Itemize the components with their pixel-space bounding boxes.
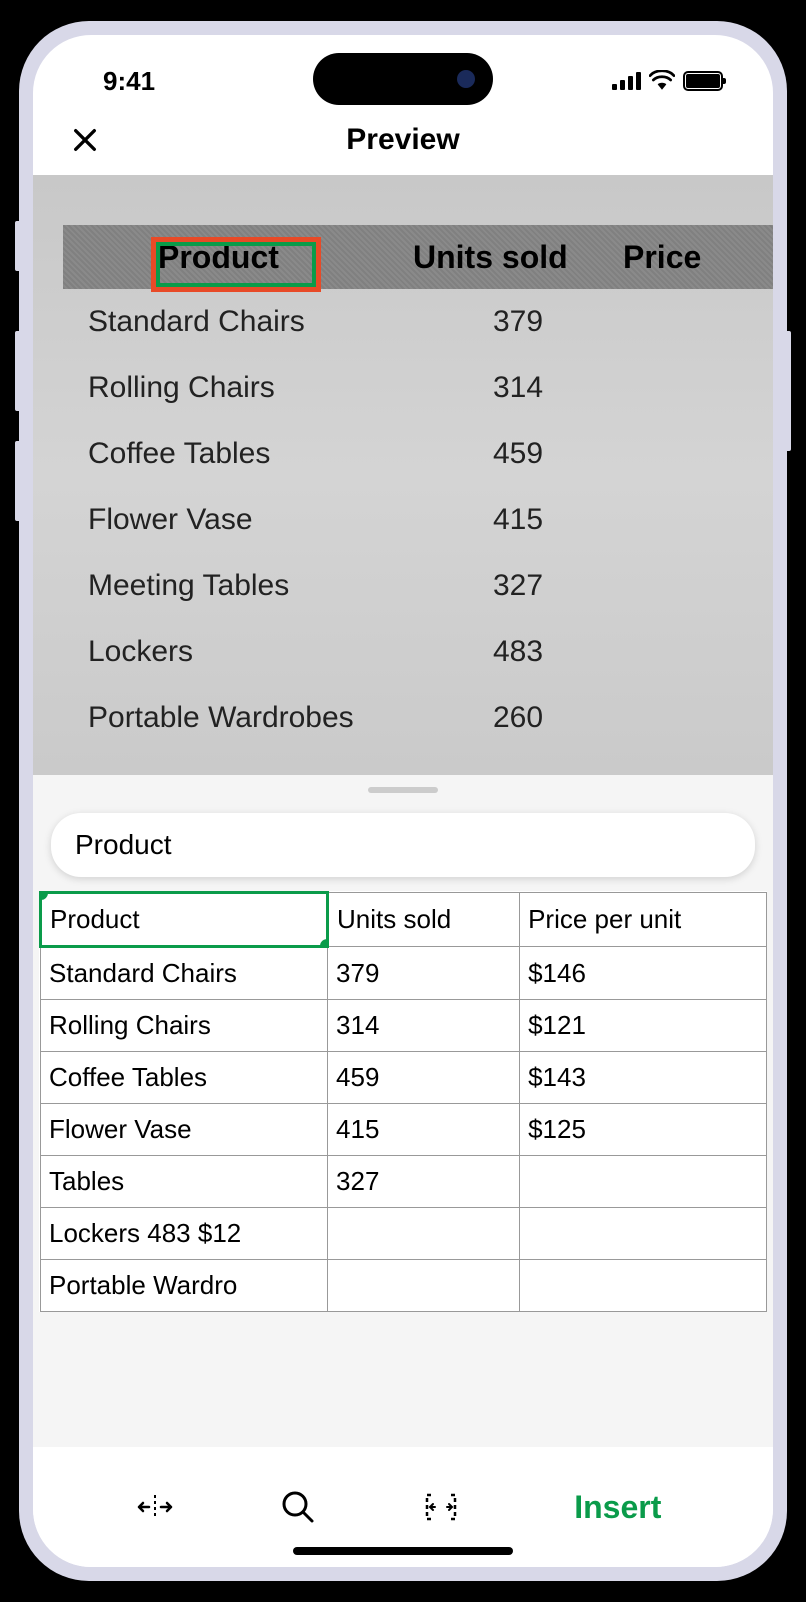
table-row: Standard Chairs 379 $146: [41, 947, 767, 1000]
table-cell[interactable]: [520, 1208, 767, 1260]
table-cell[interactable]: Coffee Tables: [41, 1052, 328, 1104]
table-cell[interactable]: Flower Vase: [41, 1104, 328, 1156]
insert-button[interactable]: Insert: [554, 1479, 681, 1536]
table-cell[interactable]: [520, 1260, 767, 1312]
cell-edit-input[interactable]: Product: [51, 813, 755, 877]
scanned-header-price: Price: [623, 239, 743, 276]
scanned-row: Standard Chairs 379: [63, 289, 773, 355]
table-row: Coffee Tables 459 $143: [41, 1052, 767, 1104]
selection-handle[interactable]: [320, 939, 328, 947]
table-cell[interactable]: 327: [328, 1156, 520, 1208]
ocr-highlight-box[interactable]: [151, 237, 321, 292]
extracted-data-table[interactable]: Product Units sold Price per unit Standa…: [39, 891, 767, 1312]
scanned-image-preview[interactable]: Product Units sold Price Standard Chairs…: [33, 175, 773, 775]
table-cell-selected[interactable]: Product: [41, 893, 328, 947]
table-cell[interactable]: Portable Wardro: [41, 1260, 328, 1312]
scanned-row: Coffee Tables 459: [63, 421, 773, 487]
table-cell[interactable]: 415: [328, 1104, 520, 1156]
search-button[interactable]: [268, 1477, 328, 1537]
table-cell[interactable]: 379: [328, 947, 520, 1000]
close-button[interactable]: [63, 118, 107, 162]
table-cell[interactable]: Price per unit: [520, 893, 767, 947]
main-content: Product Units sold Price Standard Chairs…: [33, 175, 773, 1447]
table-row: Tables 327: [41, 1156, 767, 1208]
table-row: Flower Vase 415 $125: [41, 1104, 767, 1156]
table-cell[interactable]: $146: [520, 947, 767, 1000]
expand-horizontal-button[interactable]: [125, 1477, 185, 1537]
battery-icon: [683, 71, 723, 91]
scanned-row: Rolling Chairs 314: [63, 355, 773, 421]
wifi-icon: [649, 66, 675, 97]
table-row: Portable Wardro: [41, 1260, 767, 1312]
scanned-row: Portable Wardrobes 260: [63, 685, 773, 751]
close-icon: [71, 126, 99, 154]
table-cell[interactable]: 459: [328, 1052, 520, 1104]
table-cell[interactable]: Rolling Chairs: [41, 1000, 328, 1052]
brackets-arrows-icon: [421, 1487, 461, 1527]
phone-frame: 9:41: [19, 21, 787, 1581]
table-cell[interactable]: [520, 1156, 767, 1208]
status-time: 9:41: [103, 66, 155, 97]
table-cell[interactable]: Lockers 483 $12: [41, 1208, 328, 1260]
table-row: Product Units sold Price per unit: [41, 893, 767, 947]
scanned-row: Lockers 483: [63, 619, 773, 685]
table-row: Rolling Chairs 314 $121: [41, 1000, 767, 1052]
arrows-horizontal-icon: [135, 1487, 175, 1527]
table-cell[interactable]: [328, 1260, 520, 1312]
table-cell[interactable]: Tables: [41, 1156, 328, 1208]
drag-handle[interactable]: [33, 775, 773, 805]
table-cell[interactable]: Standard Chairs: [41, 947, 328, 1000]
select-range-button[interactable]: [411, 1477, 471, 1537]
search-icon: [278, 1487, 318, 1527]
scanned-header-row: Product Units sold Price: [63, 225, 773, 289]
table-cell[interactable]: 314: [328, 1000, 520, 1052]
signal-icon: [612, 72, 641, 90]
table-cell[interactable]: [328, 1208, 520, 1260]
scanned-row: Flower Vase 415: [63, 487, 773, 553]
phone-screen: 9:41: [33, 35, 773, 1567]
table-cell[interactable]: $143: [520, 1052, 767, 1104]
table-cell[interactable]: $121: [520, 1000, 767, 1052]
scanned-row: Meeting Tables 327: [63, 553, 773, 619]
scanned-header-product: Product: [63, 239, 413, 276]
table-cell[interactable]: $125: [520, 1104, 767, 1156]
home-indicator[interactable]: [293, 1547, 513, 1555]
scanned-header-units: Units sold: [413, 239, 623, 276]
dynamic-island: [313, 53, 493, 105]
table-row: Lockers 483 $12: [41, 1208, 767, 1260]
status-icons: [612, 66, 723, 97]
table-cell[interactable]: Units sold: [328, 893, 520, 947]
selection-handle[interactable]: [41, 893, 49, 901]
nav-bar: Preview: [33, 105, 773, 175]
page-title: Preview: [346, 123, 459, 157]
